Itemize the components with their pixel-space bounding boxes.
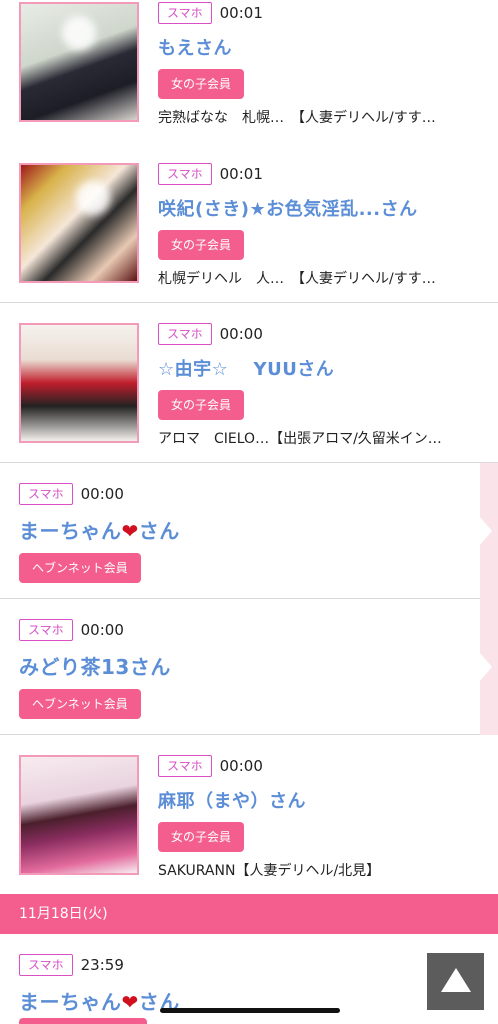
- post-time: 00:01: [219, 165, 263, 183]
- profile-photo[interactable]: [19, 323, 139, 443]
- shop-info[interactable]: 札幌デリヘル 人… 【人妻デリヘル/すす…: [158, 268, 476, 288]
- poster-name[interactable]: 麻耶（まや）さん: [158, 787, 498, 813]
- date-header: 11月18日(火): [0, 894, 498, 934]
- device-badge: スマホ: [19, 954, 73, 976]
- device-badge: スマホ: [19, 483, 73, 505]
- post-time: 00:00: [219, 757, 263, 775]
- diary-list: スマホ 00:01 もえさん 女の子会員 完熟ばなな 札幌… 【人妻デリヘル/す…: [0, 0, 498, 895]
- post-time: 00:00: [219, 325, 263, 343]
- triangle-up-icon: [440, 967, 471, 992]
- name-suffix: さん: [138, 519, 180, 543]
- profile-photo[interactable]: [19, 163, 139, 283]
- poster-name[interactable]: ☆由宇☆ YUUさん: [158, 355, 498, 381]
- device-badge: スマホ: [158, 323, 212, 345]
- item-content: スマホ 00:00 まーちゃん❤さん ヘブンネット会員: [19, 483, 498, 583]
- device-badge: スマホ: [158, 163, 212, 185]
- list-item[interactable]: スマホ 00:01 もえさん 女の子会員 完熟ばなな 札幌… 【人妻デリヘル/す…: [0, 0, 498, 160]
- photo-image: [21, 325, 137, 441]
- list-item[interactable]: スマホ 00:00 みどり茶13さん ヘブンネット会員: [0, 599, 498, 735]
- profile-photo[interactable]: [19, 2, 139, 122]
- profile-photo[interactable]: [19, 755, 139, 875]
- item-content: スマホ 00:00 みどり茶13さん ヘブンネット会員: [19, 619, 498, 719]
- post-time: 00:00: [80, 485, 124, 503]
- item-content: スマホ 00:00 ☆由宇☆ YUUさん 女の子会員 アロマ CIELO…【出張…: [158, 323, 498, 448]
- list-item[interactable]: スマホ 00:00 麻耶（まや）さん 女の子会員 SAKURANN【人妻デリヘル…: [0, 735, 498, 895]
- member-type-badge: 女の子会員: [158, 822, 245, 852]
- member-type-badge: ヘブンネット会員: [19, 553, 141, 583]
- post-time: 00:01: [219, 4, 263, 22]
- member-type-badge: 女の子会員: [158, 230, 245, 260]
- face-blur: [75, 181, 110, 216]
- post-time: 00:00: [80, 621, 124, 639]
- face-blur: [62, 15, 96, 50]
- poster-name[interactable]: 咲紀(さき)★お色気淫乱...さん: [158, 195, 498, 221]
- device-badge: スマホ: [19, 619, 73, 641]
- name-text: まーちゃん: [19, 990, 122, 1014]
- list-item[interactable]: スマホ 00:00 ☆由宇☆ YUUさん 女の子会員 アロマ CIELO…【出張…: [0, 303, 498, 463]
- photo-image: [21, 757, 137, 873]
- item-content: スマホ 00:01 咲紀(さき)★お色気淫乱...さん 女の子会員 札幌デリヘル…: [158, 163, 498, 288]
- home-indicator: [160, 1008, 340, 1013]
- member-type-badge: [19, 1018, 147, 1024]
- heart-icon: ❤: [121, 990, 139, 1014]
- poster-name[interactable]: みどり茶13さん: [19, 651, 498, 680]
- item-content: スマホ 00:00 麻耶（まや）さん 女の子会員 SAKURANN【人妻デリヘル…: [158, 755, 498, 880]
- name-text: まーちゃん: [19, 519, 122, 543]
- list-item[interactable]: スマホ 00:01 咲紀(さき)★お色気淫乱...さん 女の子会員 札幌デリヘル…: [0, 143, 498, 303]
- member-type-badge: ヘブンネット会員: [19, 689, 141, 719]
- poster-name[interactable]: まーちゃん❤さん: [19, 515, 498, 544]
- heart-icon: ❤: [121, 519, 139, 543]
- poster-name[interactable]: もえさん: [158, 34, 498, 60]
- device-badge: スマホ: [158, 2, 212, 24]
- list-item[interactable]: スマホ 00:00 まーちゃん❤さん ヘブンネット会員: [0, 463, 498, 599]
- shop-info[interactable]: 完熟ばなな 札幌… 【人妻デリヘル/すす…: [158, 107, 476, 127]
- post-time: 23:59: [80, 956, 124, 974]
- item-content: スマホ 00:01 もえさん 女の子会員 完熟ばなな 札幌… 【人妻デリヘル/す…: [158, 2, 498, 127]
- photo-image: [21, 165, 137, 281]
- scroll-to-top-button[interactable]: [427, 953, 484, 1010]
- shop-info[interactable]: SAKURANN【人妻デリヘル/北見】: [158, 860, 476, 880]
- device-badge: スマホ: [158, 755, 212, 777]
- member-type-badge: 女の子会員: [158, 390, 245, 420]
- member-type-badge: 女の子会員: [158, 69, 245, 99]
- shop-info[interactable]: アロマ CIELO…【出張アロマ/久留米イン…: [158, 428, 476, 448]
